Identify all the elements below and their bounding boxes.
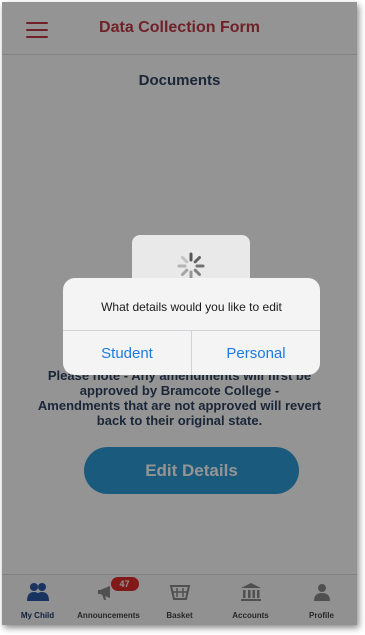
dialog-actions: Student Personal xyxy=(63,330,320,375)
spinner-icon xyxy=(177,252,205,280)
dialog-message: What details would you like to edit xyxy=(101,300,282,314)
app-screen: Data Collection Form Documents Please no… xyxy=(2,2,357,625)
edit-choice-dialog: What details would you like to edit Stud… xyxy=(63,278,320,375)
student-option-button[interactable]: Student xyxy=(63,331,191,375)
personal-option-button[interactable]: Personal xyxy=(191,331,320,375)
